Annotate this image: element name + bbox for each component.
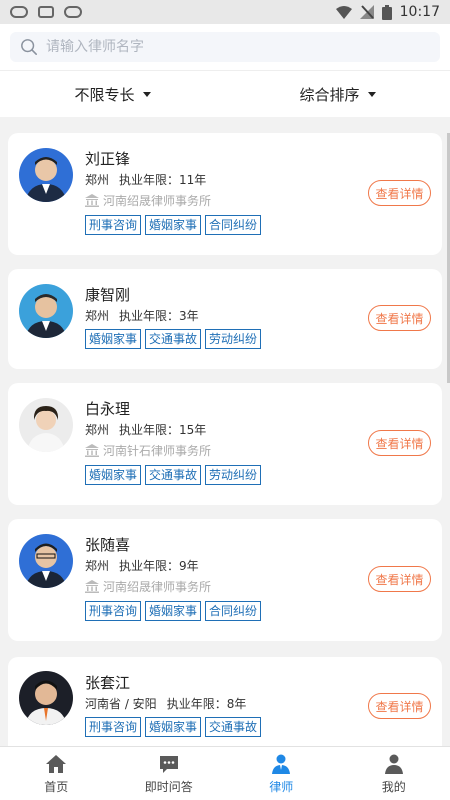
lawyer-city: 郑州 (85, 423, 110, 437)
specialty-filter-label: 不限专长 (74, 85, 135, 104)
specialty-tag: 刑事咨询 (85, 601, 142, 621)
lawyer-firm: 河南绍晟律师事务所 (85, 578, 211, 595)
home-icon (46, 754, 67, 773)
tab-lawyer[interactable]: 律师 (225, 747, 338, 800)
lawyer-icon (272, 754, 291, 774)
avatar (19, 284, 73, 338)
chat-icon (159, 755, 178, 773)
caret-down-icon (367, 91, 376, 97)
specialty-tag: 劳动纠纷 (205, 465, 262, 485)
specialty-tag: 婚姻家事 (85, 465, 142, 485)
tab-label: 首页 (44, 779, 69, 794)
status-bar: 10:17 (0, 0, 450, 24)
specialty-filter[interactable]: 不限专长 (0, 71, 225, 117)
specialty-tag: 合同纠纷 (205, 215, 262, 235)
lawyer-name: 康智刚 (85, 286, 131, 304)
lawyer-years: 执业年限：8年 (166, 697, 247, 711)
lawyer-city: 河南省 / 安阳 (85, 697, 157, 711)
infinity-notification-icon (64, 6, 82, 18)
lawyer-card[interactable]: 康智刚 郑州 执业年限：3年 婚姻家事 交通事故 劳动纠纷 查看详情 (8, 269, 442, 369)
lawyer-card[interactable]: 张套江 河南省 / 安阳 执业年限：8年 刑事咨询 婚姻家事 交通事故 查看详情 (8, 657, 442, 757)
firm-name: 河南针石律师事务所 (103, 444, 212, 458)
filter-bar: 不限专长 综合排序 (0, 70, 450, 117)
profile-icon (384, 754, 403, 774)
status-time: 10:17 (399, 4, 440, 20)
lawyer-card[interactable]: 刘正锋 郑州 执业年限：11年 河南绍晟律师事务所 刑事咨询 婚姻家事 合同纠纷 … (8, 133, 442, 255)
tag-list: 刑事咨询 婚姻家事 合同纠纷 (85, 601, 262, 621)
view-detail-button[interactable]: 查看详情 (368, 180, 431, 206)
view-detail-button[interactable]: 查看详情 (368, 305, 431, 331)
lawyer-card[interactable]: 白永理 郑州 执业年限：15年 河南针石律师事务所 婚姻家事 交通事故 劳动纠纷 … (8, 383, 442, 505)
sort-filter-label: 综合排序 (299, 85, 360, 104)
tag-list: 刑事咨询 婚姻家事 交通事故 (85, 717, 262, 737)
tab-label: 律师 (269, 779, 294, 794)
avatar (19, 671, 73, 725)
specialty-tag: 婚姻家事 (145, 601, 202, 621)
tag-list: 刑事咨询 婚姻家事 合同纠纷 (85, 215, 262, 235)
avatar (19, 148, 73, 202)
infinity-notification-icon (10, 6, 28, 18)
tag-list: 婚姻家事 交通事故 劳动纠纷 (85, 465, 262, 485)
lawyer-city: 郑州 (85, 559, 110, 573)
search-input[interactable] (46, 39, 426, 55)
search-header (0, 24, 450, 70)
avatar (19, 398, 73, 452)
lawyer-name: 张套江 (85, 674, 131, 692)
sort-filter[interactable]: 综合排序 (225, 71, 450, 117)
lawyer-city: 郑州 (85, 173, 110, 187)
image-notification-icon (38, 6, 54, 18)
lawyer-meta: 郑州 执业年限：15年 (85, 421, 206, 438)
search-icon (21, 39, 38, 56)
specialty-tag: 交通事故 (145, 465, 202, 485)
bank-icon (85, 194, 99, 207)
lawyer-meta: 郑州 执业年限：3年 (85, 307, 199, 324)
bank-icon (85, 444, 99, 457)
bottom-tab-bar: 首页 即时问答 律师 我的 (0, 746, 450, 800)
lawyer-name: 刘正锋 (85, 150, 131, 168)
specialty-tag: 刑事咨询 (85, 215, 142, 235)
lawyer-years: 执业年限：11年 (119, 173, 207, 187)
lawyer-firm: 河南针石律师事务所 (85, 442, 211, 459)
battery-icon (381, 4, 392, 20)
lawyer-name: 白永理 (85, 400, 131, 418)
lawyer-firm: 河南绍晟律师事务所 (85, 192, 211, 209)
lawyer-card[interactable]: 张随喜 郑州 执业年限：9年 河南绍晟律师事务所 刑事咨询 婚姻家事 合同纠纷 查… (8, 519, 442, 641)
wifi-icon (335, 5, 352, 19)
search-box[interactable] (10, 32, 440, 62)
tab-home[interactable]: 首页 (0, 747, 113, 800)
view-detail-button[interactable]: 查看详情 (368, 566, 431, 592)
specialty-tag: 劳动纠纷 (205, 329, 262, 349)
lawyer-years: 执业年限：9年 (119, 559, 199, 573)
avatar (19, 534, 73, 588)
lawyer-meta: 郑州 执业年限：9年 (85, 557, 199, 574)
specialty-tag: 刑事咨询 (85, 717, 142, 737)
lawyer-meta: 河南省 / 安阳 执业年限：8年 (85, 695, 246, 712)
tag-list: 婚姻家事 交通事故 劳动纠纷 (85, 329, 262, 349)
view-detail-button[interactable]: 查看详情 (368, 430, 431, 456)
view-detail-button[interactable]: 查看详情 (368, 693, 431, 719)
specialty-tag: 交通事故 (205, 717, 262, 737)
lawyer-meta: 郑州 执业年限：11年 (85, 171, 206, 188)
lawyer-years: 执业年限：3年 (119, 309, 199, 323)
bank-icon (85, 580, 99, 593)
tab-label: 我的 (381, 779, 406, 794)
specialty-tag: 婚姻家事 (145, 215, 202, 235)
no-signal-icon (359, 5, 374, 19)
specialty-tag: 婚姻家事 (85, 329, 142, 349)
firm-name: 河南绍晟律师事务所 (103, 194, 212, 208)
firm-name: 河南绍晟律师事务所 (103, 580, 212, 594)
tab-mine[interactable]: 我的 (338, 747, 450, 800)
specialty-tag: 合同纠纷 (205, 601, 262, 621)
specialty-tag: 交通事故 (145, 329, 202, 349)
lawyer-name: 张随喜 (85, 536, 131, 554)
caret-down-icon (142, 91, 151, 97)
lawyer-city: 郑州 (85, 309, 110, 323)
specialty-tag: 婚姻家事 (145, 717, 202, 737)
tab-instant-qa[interactable]: 即时问答 (113, 747, 226, 800)
lawyer-years: 执业年限：15年 (119, 423, 207, 437)
tab-label: 即时问答 (144, 779, 193, 794)
